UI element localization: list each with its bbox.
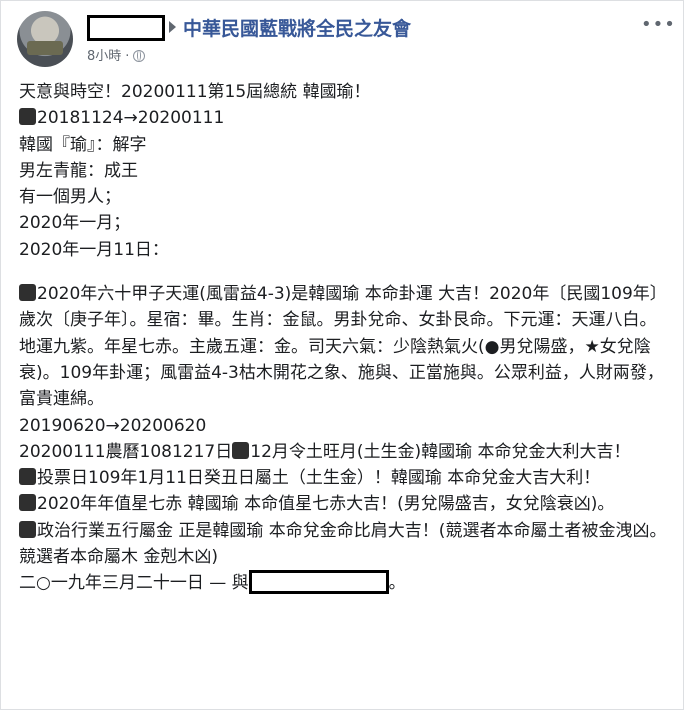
post-body: 天意與時空！20200111第15屆總統 韓國瑜！ 20181124→20200… — [19, 79, 667, 597]
black-square-icon — [19, 468, 36, 486]
post-line: 有一個男人； — [19, 187, 121, 208]
post-line: 韓國『瑜』：解字 — [19, 134, 147, 155]
post-paragraph-text: 投票日109年1月11日癸丑日屬土（土生金）！韓國瑜 本命兌金大吉大利！ — [37, 468, 601, 489]
black-square-icon — [19, 520, 36, 538]
meta-separator: · — [125, 49, 130, 64]
post-line: 男左青龍：成王 — [19, 160, 138, 181]
post-line-text: 20181124→20200111 — [37, 108, 225, 129]
redacted-author-name — [87, 15, 165, 41]
post-paragraph: 20200111農曆1081217日 12月令土旺月(土生金)韓國瑜 本命兌金大利… — [19, 439, 667, 465]
arrow-right-icon — [169, 21, 176, 33]
post-paragraph-text: 政治行業五行屬金 正是韓國瑜 本命兌金命比肩大吉！(競選者本命屬土者被金洩凶。競… — [19, 520, 667, 568]
post-line: 20181124→20200111 — [19, 105, 667, 131]
post-timestamp[interactable]: 8小時 — [87, 49, 121, 64]
post-line: 20190620→20200620 — [19, 415, 207, 436]
post-paragraph-text: 12月令土旺月(土生金)韓國瑜 本命兌金大利大吉！ — [250, 441, 631, 462]
post-paragraph: 政治行業五行屬金 正是韓國瑜 本命兌金命比肩大吉！(競選者本命屬土者被金洩凶。競… — [19, 518, 667, 571]
post-paragraph-text: 20200111農曆1081217日 — [19, 441, 233, 462]
facebook-post: 中華民國藍戰將全民之友會 8小時 · ••• 天意與時空！20200111第15屆… — [0, 0, 684, 710]
black-square-icon — [232, 441, 250, 459]
avatar[interactable] — [17, 11, 73, 67]
post-paragraph-text: 2020年六十甲子天運(風雷益4-3)是韓國瑜 本命卦運 大吉！2020年〔民國… — [19, 284, 667, 410]
post-paragraph-text: 2020年年值星七赤 韓國瑜 本命值星七赤大吉！(男兌陽盛吉，女兌陰衰凶)。 — [37, 494, 615, 515]
black-square-icon — [19, 108, 36, 126]
black-square-icon — [19, 494, 36, 512]
black-square-icon — [19, 284, 36, 302]
post-line: 天意與時空！20200111第15屆總統 韓國瑜！ — [19, 82, 371, 102]
post-line: 2020年一月11日： — [19, 239, 169, 260]
globe-icon[interactable] — [133, 50, 146, 62]
post-meta: 8小時 · — [87, 45, 146, 64]
post-closing: 二○一九年三月二十一日 — 與 。 — [19, 570, 667, 596]
post-paragraph: 2020年六十甲子天運(風雷益4-3)是韓國瑜 本命卦運 大吉！2020年〔民國… — [19, 281, 667, 412]
closing-text: 二○一九年三月二十一日 — 與 — [19, 573, 249, 594]
group-name-link[interactable]: 中華民國藍戰將全民之友會 — [183, 14, 411, 41]
post-line: 2020年一月； — [19, 213, 131, 234]
post-paragraph: 2020年年值星七赤 韓國瑜 本命值星七赤大吉！(男兌陽盛吉，女兌陰衰凶)。 — [19, 491, 667, 517]
post-paragraph: 投票日109年1月11日癸丑日屬土（土生金）！韓國瑜 本命兌金大吉大利！ — [19, 465, 667, 491]
redacted-tagged-user — [248, 570, 389, 595]
more-options-icon[interactable]: ••• — [641, 15, 675, 35]
post-header: 中華民國藍戰將全民之友會 8小時 · ••• — [17, 11, 675, 67]
closing-text: 。 — [388, 573, 406, 594]
